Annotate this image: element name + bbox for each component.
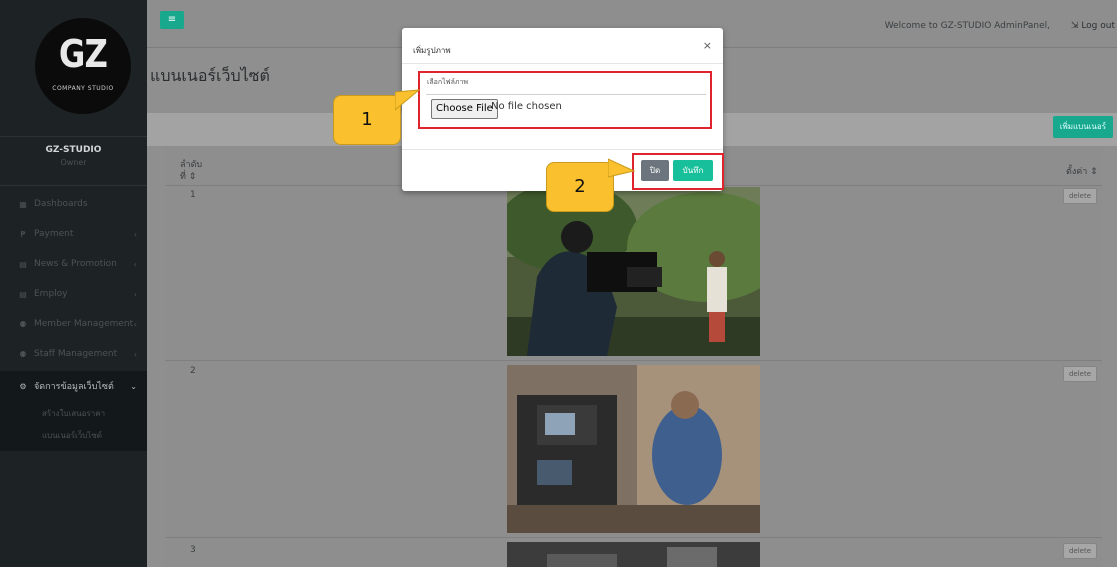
menu-toggle-button[interactable]: ≡ xyxy=(160,11,184,29)
column-header-settings[interactable]: ตั้งค่า ⇕ xyxy=(1066,164,1098,178)
news-icon: ▤ xyxy=(19,259,27,269)
highlight-file-input xyxy=(418,71,712,129)
sidebar-subitem-quotation[interactable]: สร้างใบเสนอราคา xyxy=(42,407,105,420)
sidebar-item-news-promotion[interactable]: ▤ News & Promotion ‹ xyxy=(0,251,147,277)
sidebar-item-dashboards[interactable]: ▦ Dashboards xyxy=(0,191,147,217)
chevron-left-icon: ‹ xyxy=(133,319,137,329)
sidebar-item-website-data[interactable]: ⚙ จัดการข้อมูลเว็บไซต์ ⌄ xyxy=(0,373,147,399)
row-divider xyxy=(165,537,1102,538)
modal-close-button[interactable]: ปิด xyxy=(641,160,669,181)
profile-role: Owner xyxy=(60,158,87,167)
sidebar-item-employ[interactable]: ▤ Employ ‹ xyxy=(0,281,147,307)
sidebar-item-label: Employ xyxy=(34,289,68,299)
delete-button[interactable]: delete xyxy=(1063,543,1097,559)
close-icon[interactable]: × xyxy=(703,39,712,52)
add-banner-button[interactable]: เพิ่มแบนเนอร์ xyxy=(1052,116,1113,138)
modal-save-button[interactable]: บันทึก xyxy=(673,160,713,181)
members-icon: ⚉ xyxy=(19,319,27,329)
payment-icon: ₱ xyxy=(20,229,26,239)
sidebar: GZ COMPANY STUDIO GZ-STUDIO Owner ▦ Dash… xyxy=(0,0,147,567)
callout-pointer-1 xyxy=(395,89,421,111)
banner-image-3 xyxy=(507,542,760,567)
studio-logo: GZ COMPANY STUDIO xyxy=(35,18,131,114)
delete-button[interactable]: delete xyxy=(1063,188,1097,204)
row-number: 2 xyxy=(190,366,196,376)
chevron-left-icon: ‹ xyxy=(133,349,137,359)
step-callout-1: 1 xyxy=(333,95,401,145)
chevron-left-icon: ‹ xyxy=(133,289,137,299)
page-title: แบนเนอร์เว็บไซต์ xyxy=(150,66,270,85)
sidebar-item-staff-management[interactable]: ⚉ Staff Management ‹ xyxy=(0,341,147,367)
callout-pointer-2 xyxy=(608,158,636,178)
chevron-left-icon: ‹ xyxy=(133,259,137,269)
employ-icon: ▤ xyxy=(19,289,27,299)
modal-title: เพิ่มรูปภาพ xyxy=(413,46,451,55)
modal-divider xyxy=(402,149,723,150)
row-number: 3 xyxy=(190,545,196,555)
sidebar-item-label: Staff Management xyxy=(34,349,118,359)
logout-link[interactable]: ⇲ Log out xyxy=(1071,21,1115,31)
step-callout-2: 2 xyxy=(546,162,614,212)
row-number: 1 xyxy=(190,190,196,200)
sidebar-divider xyxy=(0,185,147,186)
banner-image-2 xyxy=(507,365,760,533)
welcome-text: Welcome to GZ-STUDIO AdminPanel, xyxy=(884,21,1050,31)
cogs-icon: ⚙ xyxy=(19,381,27,391)
sidebar-item-member-management[interactable]: ⚉ Member Management ‹ xyxy=(0,311,147,337)
delete-button[interactable]: delete xyxy=(1063,366,1097,382)
logo-subtext: COMPANY STUDIO xyxy=(52,85,114,92)
sidebar-item-label: Payment xyxy=(34,229,74,239)
sidebar-item-payment[interactable]: ₱ Payment ‹ xyxy=(0,221,147,247)
grid-icon: ▦ xyxy=(19,199,27,209)
sidebar-item-label: Dashboards xyxy=(34,199,88,209)
profile-name: GZ-STUDIO xyxy=(45,145,102,155)
logo-text: GZ xyxy=(58,32,108,76)
sidebar-item-label: News & Promotion xyxy=(34,259,117,269)
chevron-left-icon: ‹ xyxy=(133,229,137,239)
sidebar-divider xyxy=(0,136,147,137)
banner-image-1 xyxy=(507,187,760,356)
column-header-order-sort[interactable]: ที่ ⇕ xyxy=(180,169,196,183)
chevron-down-icon: ⌄ xyxy=(130,381,137,391)
row-divider xyxy=(165,360,1102,361)
sidebar-subitem-banner[interactable]: แบนเนอร์เว็บไซต์ xyxy=(42,429,102,442)
modal-divider xyxy=(402,63,723,64)
sidebar-item-label: จัดการข้อมูลเว็บไซต์ xyxy=(34,382,114,392)
staff-icon: ⚉ xyxy=(19,349,27,359)
sidebar-item-label: Member Management xyxy=(34,319,134,329)
